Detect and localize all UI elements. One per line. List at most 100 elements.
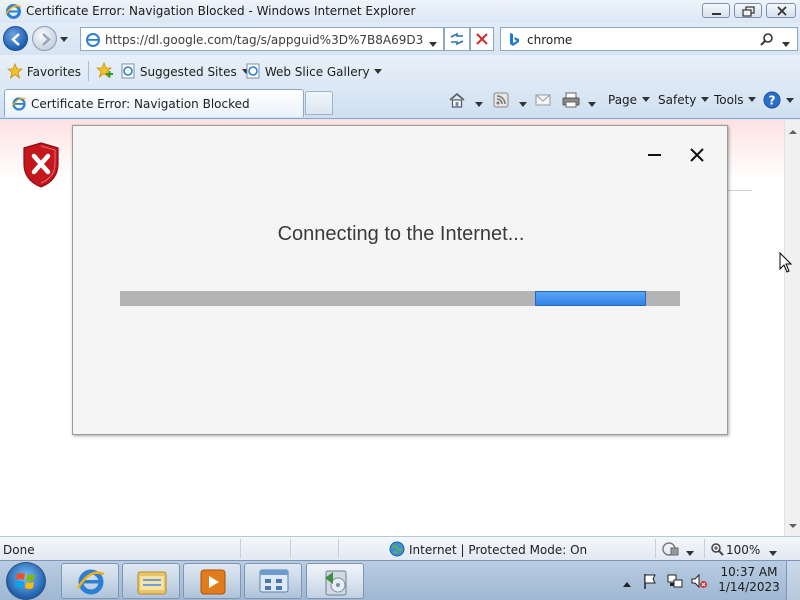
search-box[interactable]: chrome [500, 27, 798, 51]
tab-current[interactable]: Certificate Error: Navigation Blocked [4, 89, 304, 117]
chevron-down-icon [748, 97, 757, 102]
favorites-button[interactable]: Favorites [6, 62, 82, 80]
chevron-down-icon [785, 98, 794, 103]
network-icon[interactable] [666, 572, 684, 593]
dialog-minimize-button[interactable] [647, 144, 663, 164]
divider [338, 539, 339, 558]
add-to-favorites-bar-icon[interactable] [95, 61, 114, 82]
chevron-down-icon[interactable] [685, 546, 695, 560]
home-icon[interactable] [448, 91, 466, 112]
chevron-down-icon[interactable] [59, 33, 69, 47]
status-text: Done [3, 543, 35, 557]
url-text[interactable]: https://dl.google.com/tag/s/appguid%3D%7… [105, 33, 423, 47]
chevron-down-icon [701, 97, 710, 102]
media-player-icon [200, 569, 226, 595]
volume-muted-icon[interactable] [690, 572, 708, 593]
star-icon [6, 62, 24, 80]
back-button[interactable] [3, 26, 28, 51]
zoom-icon[interactable] [710, 542, 724, 559]
web-slice-gallery-button[interactable]: Web Slice Gallery [245, 63, 383, 79]
search-icon[interactable] [759, 32, 775, 51]
favorites-bar: Favorites Suggested Sites Web Slice Gall… [0, 55, 800, 87]
page-icon [121, 63, 135, 79]
minimize-button[interactable] [702, 3, 730, 18]
security-zone[interactable]: Internet | Protected Mode: On [409, 543, 587, 557]
windows-logo-icon [15, 573, 35, 589]
divider [88, 61, 89, 81]
feeds-dropdown-icon[interactable] [518, 97, 528, 111]
dialog-close-button[interactable] [687, 144, 707, 164]
tools-menu-label: Tools [714, 93, 744, 107]
start-button[interactable] [6, 562, 46, 600]
progress-indicator [535, 291, 646, 306]
page-menu-label: Page [608, 93, 638, 107]
action-center-flag-icon[interactable] [642, 572, 658, 593]
help-icon: ? [763, 91, 781, 109]
suggested-sites-button[interactable]: Suggested Sites [120, 63, 251, 79]
ie-logo-icon [5, 3, 22, 23]
web-slice-gallery-label: Web Slice Gallery [264, 65, 370, 79]
ie-page-icon [11, 96, 27, 115]
navigation-bar: https://dl.google.com/tag/s/appguid%3D%7… [0, 23, 800, 55]
page-menu[interactable]: Page [608, 93, 651, 107]
vertical-scrollbar[interactable] [784, 120, 800, 536]
clock-time: 10:37 AM [720, 565, 778, 579]
taskbar-network-button[interactable] [244, 563, 302, 599]
taskbar-media-player-button[interactable] [183, 563, 241, 599]
installer-icon [325, 570, 347, 596]
show-hidden-icons-icon[interactable] [622, 577, 632, 591]
status-bar: Done Internet | Protected Mode: On 100% [0, 536, 800, 560]
connecting-dialog: Connecting to the Internet... [72, 125, 728, 435]
help-menu[interactable]: ? [763, 91, 795, 112]
forward-button[interactable] [32, 26, 57, 51]
clock-date: 1/14/2023 [718, 580, 780, 594]
taskbar-explorer-button[interactable] [122, 563, 180, 599]
svg-text:?: ? [769, 94, 776, 108]
tab-bar: Certificate Error: Navigation Blocked Pa… [0, 87, 800, 119]
divider [655, 539, 656, 558]
print-dropdown-icon[interactable] [587, 97, 597, 111]
scroll-down-icon[interactable] [789, 518, 797, 532]
internet-explorer-icon [76, 569, 105, 595]
protected-mode-icon[interactable] [662, 541, 680, 560]
taskbar: 10:37 AM 1/14/2023 [0, 560, 800, 600]
restore-button[interactable] [734, 3, 762, 18]
tab-label: Certificate Error: Navigation Blocked [31, 97, 250, 111]
chevron-down-icon [374, 69, 383, 74]
dialog-message: Connecting to the Internet... [277, 223, 525, 245]
tools-menu[interactable]: Tools [714, 93, 757, 107]
taskbar-installer-button[interactable] [306, 563, 364, 599]
show-desktop-button[interactable] [786, 561, 800, 600]
window-title: Certificate Error: Navigation Blocked - … [26, 4, 416, 18]
taskbar-ie-button[interactable] [61, 563, 119, 599]
zoom-level[interactable]: 100% [726, 543, 760, 557]
search-dropdown-icon[interactable] [781, 37, 791, 51]
address-bar[interactable]: https://dl.google.com/tag/s/appguid%3D%7… [80, 27, 444, 51]
close-button[interactable] [766, 3, 796, 18]
new-tab-button[interactable] [305, 91, 333, 115]
divider [240, 539, 241, 558]
suggested-sites-label: Suggested Sites [139, 65, 237, 79]
feeds-icon[interactable] [493, 92, 509, 111]
zoom-dropdown-icon[interactable] [768, 546, 778, 560]
address-dropdown-icon[interactable] [428, 37, 438, 51]
stop-button[interactable] [470, 27, 494, 51]
scroll-up-icon[interactable] [789, 124, 797, 138]
mail-icon[interactable] [535, 93, 551, 110]
safety-menu[interactable]: Safety [658, 93, 710, 107]
clock[interactable]: 10:37 AM 1/14/2023 [716, 565, 782, 595]
home-dropdown-icon[interactable] [474, 97, 484, 111]
progress-bar [120, 291, 680, 306]
print-icon[interactable] [562, 92, 580, 111]
divider [290, 539, 291, 558]
search-input[interactable]: chrome [527, 33, 572, 47]
chevron-down-icon [641, 97, 650, 102]
divider [704, 539, 705, 558]
refresh-button[interactable] [444, 27, 470, 51]
mouse-cursor-icon [779, 251, 793, 277]
favorites-label: Favorites [26, 65, 82, 79]
folder-icon [137, 571, 167, 595]
globe-icon [389, 541, 405, 560]
shield-error-icon [22, 142, 60, 191]
page-icon [85, 32, 101, 51]
